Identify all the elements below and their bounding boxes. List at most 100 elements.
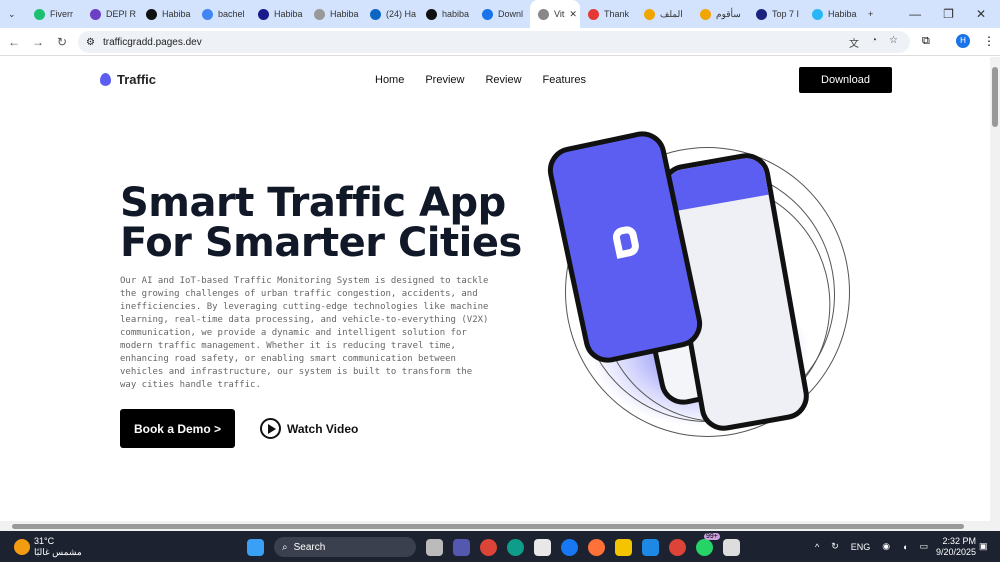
notification-badge: 99+ [704,533,720,540]
close-tab-icon[interactable]: ✕ [569,9,577,20]
translate-icon[interactable]: 文 [849,35,859,50]
browser-tab[interactable]: الملف [636,0,692,28]
chrome-icon[interactable] [480,539,497,556]
tab-label: Thank [604,9,629,19]
nav-home[interactable]: Home [375,74,404,86]
url-text: trafficgradd.pages.dev [103,37,202,48]
browser-tab[interactable]: Vit✕ [530,0,580,28]
title-line-2: For Smarter Cities [120,220,522,266]
address-bar-row: ← → ↻ ⚙ trafficgradd.pages.dev 文 ◔ ☆ ⧉ H… [0,28,1000,56]
favicon-icon [146,9,157,20]
forward-icon[interactable]: → [26,35,50,49]
minimize-icon[interactable]: — [909,7,921,21]
language-indicator[interactable]: ENG [851,542,871,552]
temperature: 31°C [34,536,54,546]
favicon-icon [588,9,599,20]
hero-title: Smart Traffic AppFor Smarter Cities [120,183,522,263]
notifications-icon[interactable]: ▣ [979,541,988,552]
book-demo-button[interactable]: Book a Demo > [120,409,235,448]
phone-mockup-image [540,127,860,447]
taskbar: 31°Cمشمس غالبًا ⌕Search 99+ ^ ↻ ENG ◉ ◖ … [0,531,1000,562]
app-logo-icon [611,225,641,259]
nav-features[interactable]: Features [543,74,586,86]
taskbar-search[interactable]: ⌕ Search [274,537,416,557]
tab-search-button[interactable]: ⌄ [0,0,26,28]
browser-tab[interactable]: Top 7 I [748,0,804,28]
drop-icon [100,73,111,86]
edge-icon[interactable] [507,539,524,556]
firefox-icon[interactable] [588,539,605,556]
sun-icon [14,539,30,555]
browser-tab[interactable]: Thank [580,0,636,28]
wifi-icon[interactable]: ◉ [882,541,890,552]
volume-icon[interactable]: ◖ [902,542,907,552]
facebook-icon[interactable] [561,539,578,556]
time: 2:32 PM [943,536,977,546]
watch-video-label: Watch Video [287,422,358,436]
favicon-icon [700,9,711,20]
chrome-profile-icon[interactable] [669,539,686,556]
tab-label: Downl [498,9,523,19]
browser-tab[interactable]: (24) Ha [362,0,418,28]
teams-icon[interactable] [453,539,470,556]
browser-tab[interactable]: Habiba [250,0,306,28]
reload-icon[interactable]: ↻ [50,35,74,49]
tab-label: Habiba [274,9,303,19]
battery-icon[interactable]: ▭ [920,541,929,552]
browser-tab[interactable]: Downl [474,0,530,28]
browser-tab[interactable]: Habiba [306,0,362,28]
nav-review[interactable]: Review [485,74,521,86]
date: 9/20/2025 [936,547,976,557]
notepad-icon[interactable] [723,539,740,556]
brand-logo[interactable]: Traffic [100,72,156,87]
vertical-scrollbar[interactable] [990,57,1000,521]
favicon-icon [258,9,269,20]
tab-label: Top 7 I [772,9,799,19]
whatsapp-icon[interactable]: 99+ [696,539,713,556]
bookmark-star-icon[interactable]: ☆ [889,35,898,50]
file-explorer-icon[interactable] [615,539,632,556]
weather-text: مشمس غالبًا [34,547,82,557]
browser-tab[interactable]: habiba [418,0,474,28]
favicon-icon [644,9,655,20]
favicon-icon [314,9,325,20]
performance-icon[interactable]: ◔ [871,35,877,50]
browser-tab[interactable]: DEPI R [82,0,138,28]
close-window-icon[interactable]: ✕ [976,7,986,21]
new-tab-button[interactable]: + [860,0,884,28]
tab-label: bachel [218,9,245,19]
search-label: Search [294,542,326,553]
watch-video-button[interactable]: Watch Video [260,418,358,439]
task-view-icon[interactable] [426,539,443,556]
sync-icon[interactable]: ↻ [831,541,839,552]
extensions-icon[interactable]: ⧉ [922,35,930,48]
tab-label: Fiverr [50,9,73,19]
favicon-icon [538,9,549,20]
store-icon[interactable] [534,539,551,556]
weather-widget[interactable]: 31°Cمشمس غالبًا [14,536,82,558]
favicon-icon [426,9,437,20]
back-icon[interactable]: ← [2,35,26,49]
restore-icon[interactable]: ❐ [943,7,954,21]
browser-tab[interactable]: Habiba [138,0,194,28]
favicon-icon [482,9,493,20]
browser-tab[interactable]: bachel [194,0,250,28]
browser-tab[interactable]: سأقوم [692,0,748,28]
site-info-icon[interactable]: ⚙ [86,37,95,48]
windows-start-icon[interactable] [247,539,264,556]
search-icon: ⌕ [282,542,288,553]
url-input[interactable]: ⚙ trafficgradd.pages.dev 文 ◔ ☆ [78,31,910,53]
tab-label: Habiba [330,9,359,19]
horizontal-scrollbar[interactable] [0,521,1000,531]
clock[interactable]: 2:32 PM9/20/2025 [936,536,976,558]
app-icon[interactable] [642,539,659,556]
nav-preview[interactable]: Preview [425,74,464,86]
tab-label: سأقوم [716,9,741,20]
menu-kebab-icon[interactable]: ⋮ [983,34,995,48]
profile-avatar[interactable]: H [956,34,970,48]
hero-description: Our AI and IoT-based Traffic Monitoring … [120,275,490,392]
chevron-up-icon[interactable]: ^ [815,542,819,552]
browser-tab[interactable]: Fiverr [26,0,82,28]
download-button[interactable]: Download [799,67,892,93]
browser-tab[interactable]: Habiba [804,0,860,28]
